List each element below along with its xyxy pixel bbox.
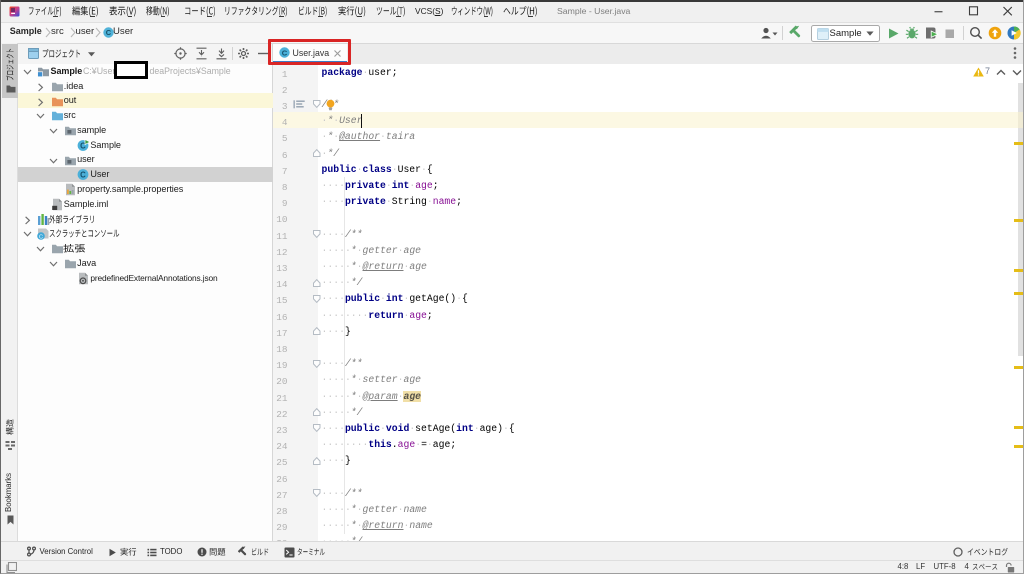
svg-text:C: C	[39, 235, 43, 240]
svg-text:C: C	[80, 171, 86, 180]
svg-text:C: C	[106, 28, 112, 37]
